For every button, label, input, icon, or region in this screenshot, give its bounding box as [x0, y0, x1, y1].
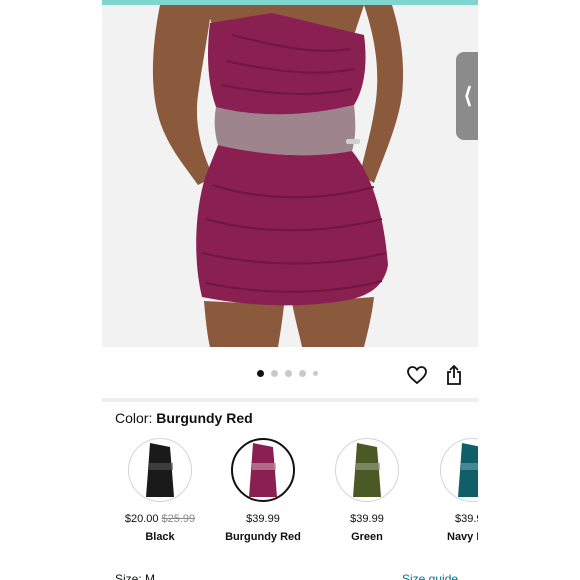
- carousel-dot[interactable]: [285, 370, 292, 377]
- swatch-image: [440, 438, 478, 502]
- swatch-image: [128, 438, 192, 502]
- section-divider: [102, 398, 478, 402]
- swatch-price: $39.99: [246, 513, 280, 525]
- carousel-dot[interactable]: [271, 370, 278, 377]
- selected-color-value: Burgundy Red: [156, 410, 253, 426]
- swatch-name: Navy B: [447, 531, 478, 543]
- swatch-price: $39.99: [350, 513, 384, 525]
- wishlist-button[interactable]: [406, 364, 428, 386]
- color-label: Color: Burgundy Red: [115, 410, 253, 426]
- swatch-price: $39.9: [455, 513, 478, 525]
- carousel-dot[interactable]: [257, 370, 264, 377]
- swatch-navy-blue[interactable]: $39.9 Navy B: [418, 438, 478, 543]
- swatch-image: [335, 438, 399, 502]
- swatch-name: Green: [351, 531, 383, 543]
- dress-photo: [102, 5, 478, 347]
- heart-icon: [407, 366, 427, 384]
- swatch-old-price: $25.99: [161, 513, 196, 525]
- size-guide-link[interactable]: Size guide: [402, 572, 458, 580]
- swatch-black[interactable]: $20.00 $25.99 Black: [108, 438, 212, 543]
- carousel-indicator[interactable]: [257, 370, 318, 377]
- color-label-prefix: Color:: [115, 410, 157, 426]
- swatch-price: $20.00: [124, 513, 159, 525]
- swatch-green[interactable]: $39.99 Green: [315, 438, 419, 543]
- carousel-dot[interactable]: [313, 371, 318, 376]
- share-button[interactable]: [443, 364, 465, 386]
- size-row: Size: M Size guide: [115, 572, 475, 580]
- swatch-name: Black: [145, 531, 175, 543]
- swatch-burgundy-red[interactable]: $39.99 Burgundy Red: [211, 438, 315, 543]
- size-label: Size: M: [115, 572, 156, 580]
- chevron-left-icon: ⟨: [463, 83, 473, 108]
- product-image[interactable]: ⟨: [102, 5, 478, 347]
- image-panel-toggle[interactable]: ⟨: [456, 52, 478, 140]
- product-detail-page: ⟨ Color: Burgundy Red $20.00 $25.99 Blac…: [102, 0, 478, 580]
- swatch-image: [231, 438, 295, 502]
- swatch-name: Burgundy Red: [225, 531, 301, 543]
- carousel-dot[interactable]: [299, 370, 306, 377]
- share-icon: [447, 365, 461, 385]
